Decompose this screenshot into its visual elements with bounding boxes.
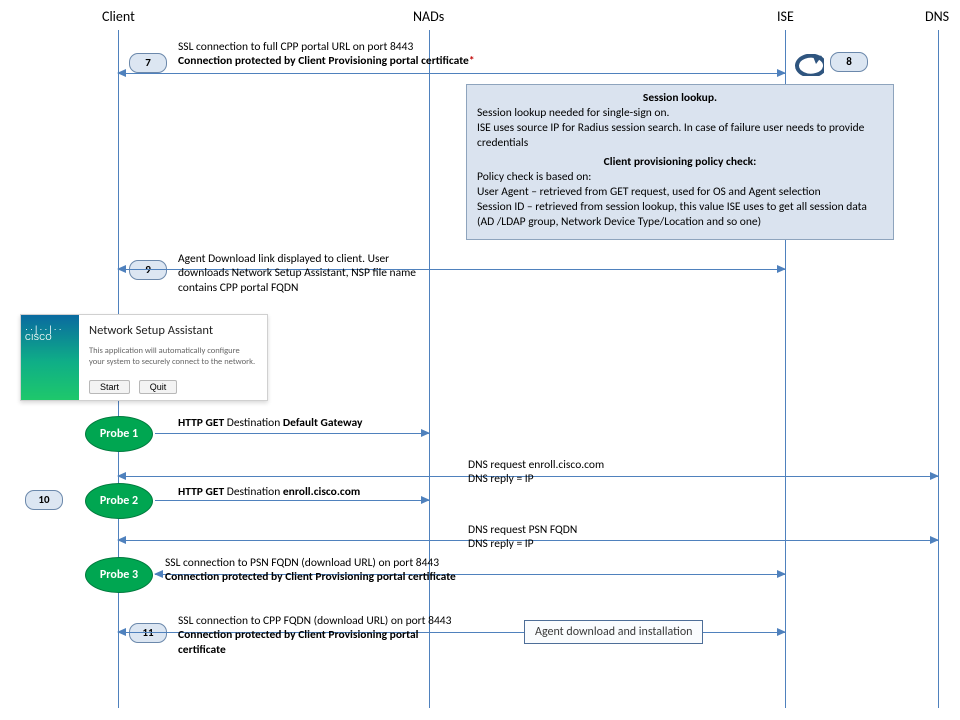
text: Session ID xyxy=(477,200,524,214)
text: Connection protected by Client Provision… xyxy=(178,54,469,68)
probe-1: Probe 1 xyxy=(85,416,153,452)
text: downloads Network Setup Assistant, NSP f… xyxy=(178,266,416,280)
actor-client: Client xyxy=(102,8,135,25)
actor-ise: ISE xyxy=(777,8,794,25)
step7-message: SSL connection to full CPP portal URL on… xyxy=(178,40,475,69)
text: – retrieved from GET request, used for O… xyxy=(529,185,821,199)
text: SSL connection to PSN FQDN (download URL… xyxy=(165,556,456,570)
text: Connection protected by Client Provision… xyxy=(165,570,456,584)
text: Session lookup needed for single-sign on… xyxy=(477,106,883,121)
nsa-description: This application will automatically conf… xyxy=(89,346,257,368)
text: DNS reply = IP xyxy=(468,472,604,486)
text: contains CPP portal FQDN xyxy=(178,281,416,295)
cisco-logo: ··|··|·· CISCO xyxy=(25,325,64,342)
probe2-message: HTTP GET Destination enroll.cisco.com xyxy=(178,485,360,499)
arrow-probe1 xyxy=(155,433,429,434)
step-8-badge: 8 xyxy=(830,52,868,72)
nsa-title: Network Setup Assistant xyxy=(89,323,257,338)
step-11-badge: 11 xyxy=(129,623,167,643)
step11-message: SSL connection to CPP FQDN (download URL… xyxy=(178,614,451,657)
nsa-brand-panel: ··|··|·· CISCO xyxy=(21,315,79,400)
logo-text: CISCO xyxy=(25,334,64,342)
agent-download-box: Agent download and installation xyxy=(524,620,703,644)
lifeline-dns xyxy=(938,30,939,708)
text: User Agent xyxy=(477,185,529,199)
ise-session-box: Session lookup. Session lookup needed fo… xyxy=(466,84,894,240)
arrow-probe2 xyxy=(155,500,429,501)
step-7-badge: 7 xyxy=(129,53,167,73)
nsa-quit-button[interactable]: Quit xyxy=(139,380,178,394)
text: DNS reply = IP xyxy=(468,537,577,551)
text: ISE uses source IP for Radius session se… xyxy=(477,121,883,151)
dns2-message: DNS request PSN FQDN DNS reply = IP xyxy=(468,523,577,552)
probe3-message: SSL connection to PSN FQDN (download URL… xyxy=(165,556,456,585)
loop-arrow-icon xyxy=(788,54,824,76)
nsa-window: ··|··|·· CISCO Network Setup Assistant T… xyxy=(20,314,268,401)
text: certificate xyxy=(178,643,451,657)
nsa-start-button[interactable]: Start xyxy=(89,380,130,394)
step-10-badge: 10 xyxy=(25,490,63,510)
text: – retrieved from session lookup, this va… xyxy=(477,200,867,229)
heading: Client provisioning policy check: xyxy=(477,155,883,170)
text: Agent Download link displayed to client.… xyxy=(178,252,416,266)
dns1-message: DNS request enroll.cisco.com DNS reply =… xyxy=(468,458,604,487)
probe-2: Probe 2 xyxy=(85,483,153,519)
text: DNS request PSN FQDN xyxy=(468,523,577,537)
probe-3: Probe 3 xyxy=(85,557,153,593)
step-9-badge: 9 xyxy=(129,260,167,280)
lifeline-nads xyxy=(429,30,430,708)
probe1-message: HTTP GET Destination Default Gateway xyxy=(178,416,362,430)
text: Policy check is based on: xyxy=(477,170,591,184)
step9-message: Agent Download link displayed to client.… xyxy=(178,252,416,295)
asterisk-icon: * xyxy=(469,54,475,68)
text: DNS request enroll.cisco.com xyxy=(468,458,604,472)
arrow-step7 xyxy=(118,73,785,74)
text: SSL connection to CPP FQDN (download URL… xyxy=(178,614,451,628)
text: SSL connection to full CPP portal URL on… xyxy=(178,40,475,54)
actor-nads: NADs xyxy=(413,8,444,25)
actor-dns: DNS xyxy=(925,8,949,25)
heading: Session lookup. xyxy=(477,91,883,106)
text: Connection protected by Client Provision… xyxy=(178,628,451,642)
